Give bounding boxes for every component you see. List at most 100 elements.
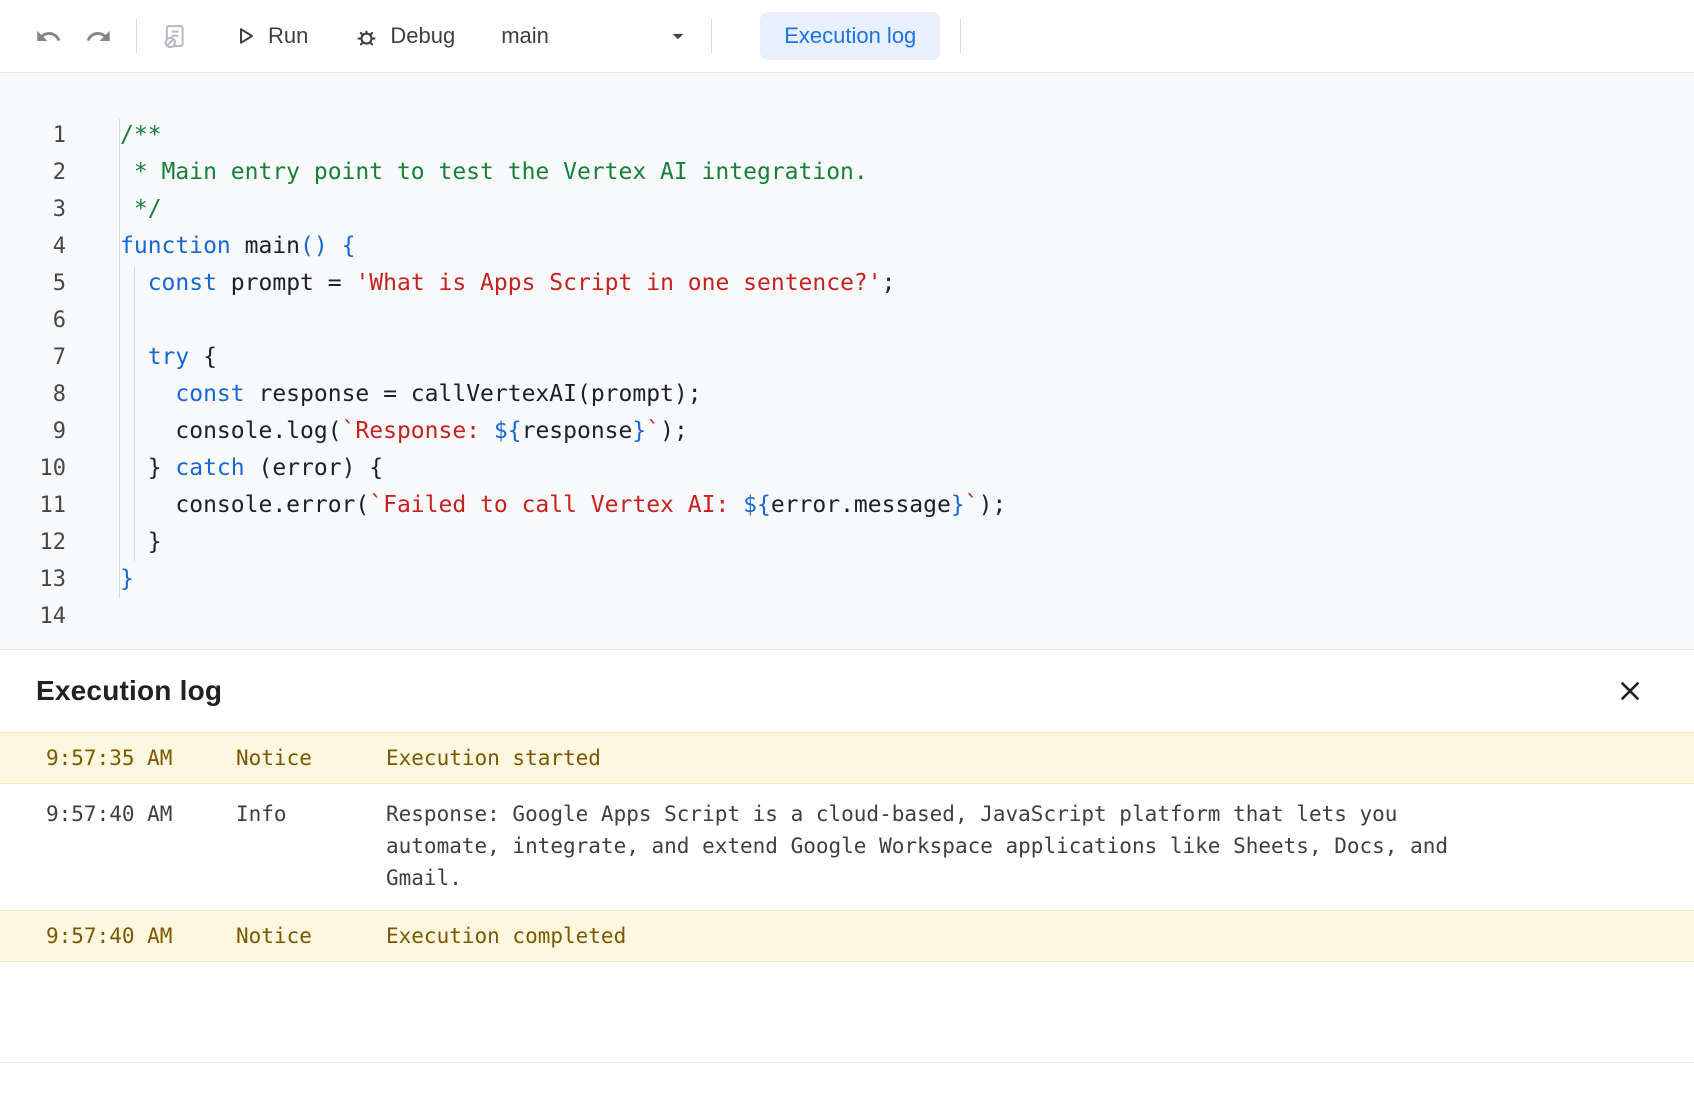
execution-log-panel: Execution log 9:57:35 AMNoticeExecution … xyxy=(0,649,1694,962)
code-token xyxy=(120,381,175,407)
code-token: () xyxy=(300,233,328,259)
line-number[interactable]: 10 xyxy=(0,450,66,487)
line-number[interactable]: 12 xyxy=(0,524,66,561)
code-line[interactable]: 14 xyxy=(0,598,1694,635)
code-line[interactable]: 6 xyxy=(0,302,1694,339)
code-text[interactable]: } xyxy=(66,561,134,598)
code-token: response = callVertexAI(prompt); xyxy=(245,381,702,407)
log-entry: 9:57:40 AMInfoResponse: Google Apps Scri… xyxy=(0,784,1694,910)
code-text[interactable] xyxy=(66,598,120,635)
debug-icon xyxy=(354,24,379,49)
code-token: * Main entry point to test the Vertex AI… xyxy=(120,159,868,185)
line-number[interactable]: 1 xyxy=(0,117,66,154)
code-text[interactable]: console.log(`Response: ${response}`); xyxy=(66,413,688,450)
code-line[interactable]: 10 } catch (error) { xyxy=(0,450,1694,487)
function-selector[interactable]: main xyxy=(501,23,691,49)
line-number[interactable]: 5 xyxy=(0,265,66,302)
log-entry-level: Notice xyxy=(236,920,386,952)
line-number[interactable]: 4 xyxy=(0,228,66,265)
code-line[interactable]: 11 console.error(`Failed to call Vertex … xyxy=(0,487,1694,524)
line-number[interactable]: 8 xyxy=(0,376,66,413)
code-text[interactable]: try { xyxy=(66,339,217,376)
code-text[interactable]: */ xyxy=(66,191,162,228)
code-token: */ xyxy=(120,196,162,222)
code-token: main xyxy=(231,233,300,259)
log-entry-level: Info xyxy=(236,798,386,894)
debug-label: Debug xyxy=(390,23,455,49)
undo-button[interactable] xyxy=(30,18,66,54)
code-token xyxy=(328,233,342,259)
code-token: ${ xyxy=(494,418,522,444)
code-text[interactable] xyxy=(66,302,120,339)
code-editor[interactable]: 1/**2 * Main entry point to test the Ver… xyxy=(0,73,1694,649)
toolbar-divider xyxy=(711,18,712,54)
code-text[interactable]: } xyxy=(66,524,162,561)
code-token: } xyxy=(120,529,162,555)
code-token: response xyxy=(522,418,633,444)
code-line[interactable]: 3 */ xyxy=(0,191,1694,228)
code-line[interactable]: 9 console.log(`Response: ${response}`); xyxy=(0,413,1694,450)
code-token: ); xyxy=(979,492,1007,518)
code-token: ); xyxy=(660,418,688,444)
line-number[interactable]: 14 xyxy=(0,598,66,635)
code-line[interactable]: 5 const prompt = 'What is Apps Script in… xyxy=(0,265,1694,302)
code-text[interactable]: const response = callVertexAI(prompt); xyxy=(66,376,702,413)
code-text[interactable]: console.error(`Failed to call Vertex AI:… xyxy=(66,487,1006,524)
line-number[interactable]: 3 xyxy=(0,191,66,228)
save-project-button[interactable] xyxy=(157,18,193,54)
toolbar-divider xyxy=(960,18,961,54)
indent-guide xyxy=(119,119,120,598)
code-token: function xyxy=(120,233,231,259)
code-line[interactable]: 7 try { xyxy=(0,339,1694,376)
code-token: } xyxy=(120,566,134,592)
code-line[interactable]: 12 } xyxy=(0,524,1694,561)
line-number[interactable]: 11 xyxy=(0,487,66,524)
execution-log-button-label: Execution log xyxy=(784,23,916,48)
line-number[interactable]: 6 xyxy=(0,302,66,339)
line-number[interactable]: 2 xyxy=(0,154,66,191)
function-selector-value: main xyxy=(501,23,549,49)
code-text[interactable]: const prompt = 'What is Apps Script in o… xyxy=(66,265,896,302)
code-token: ; xyxy=(882,270,896,296)
code-token: { xyxy=(189,344,217,370)
redo-button[interactable] xyxy=(80,18,116,54)
debug-button[interactable]: Debug xyxy=(354,23,455,49)
code-text[interactable]: } catch (error) { xyxy=(66,450,383,487)
code-text[interactable]: * Main entry point to test the Vertex AI… xyxy=(66,154,868,191)
code-token: prompt = xyxy=(217,270,355,296)
line-number[interactable]: 7 xyxy=(0,339,66,376)
code-line[interactable]: 8 const response = callVertexAI(prompt); xyxy=(0,376,1694,413)
execution-log-entries: 9:57:35 AMNoticeExecution started9:57:40… xyxy=(0,732,1694,962)
log-entry-message: Execution started xyxy=(386,742,1486,774)
code-token: `Failed to call Vertex AI: xyxy=(369,492,743,518)
run-icon xyxy=(233,24,257,48)
run-button[interactable]: Run xyxy=(233,23,308,49)
log-entry-level: Notice xyxy=(236,742,386,774)
code-token: } xyxy=(120,455,175,481)
code-line[interactable]: 4function main() { xyxy=(0,228,1694,265)
code-token: console.error( xyxy=(120,492,369,518)
code-line[interactable]: 1/** xyxy=(0,117,1694,154)
code-token: ${ xyxy=(743,492,771,518)
redo-icon xyxy=(85,23,112,50)
indent-guide xyxy=(134,267,135,561)
code-lines: 1/**2 * Main entry point to test the Ver… xyxy=(0,117,1694,635)
code-token: } xyxy=(951,492,965,518)
log-entry-time: 9:57:40 AM xyxy=(46,920,236,952)
line-number[interactable]: 9 xyxy=(0,413,66,450)
code-token: const xyxy=(175,381,244,407)
save-status-icon xyxy=(161,22,189,50)
log-entry: 9:57:35 AMNoticeExecution started xyxy=(0,732,1694,784)
close-execution-log-button[interactable] xyxy=(1610,671,1650,711)
code-line[interactable]: 13} xyxy=(0,561,1694,598)
code-token: (error) { xyxy=(245,455,383,481)
code-line[interactable]: 2 * Main entry point to test the Vertex … xyxy=(0,154,1694,191)
execution-log-button[interactable]: Execution log xyxy=(760,12,940,60)
line-number[interactable]: 13 xyxy=(0,561,66,598)
code-token: try xyxy=(148,344,190,370)
run-label: Run xyxy=(268,23,308,49)
code-token: ` xyxy=(646,418,660,444)
code-text[interactable]: /** xyxy=(66,117,162,154)
code-text[interactable]: function main() { xyxy=(66,228,355,265)
apps-script-editor: Run Debug main Execution log 1/**2 * Mai… xyxy=(0,0,1694,1098)
